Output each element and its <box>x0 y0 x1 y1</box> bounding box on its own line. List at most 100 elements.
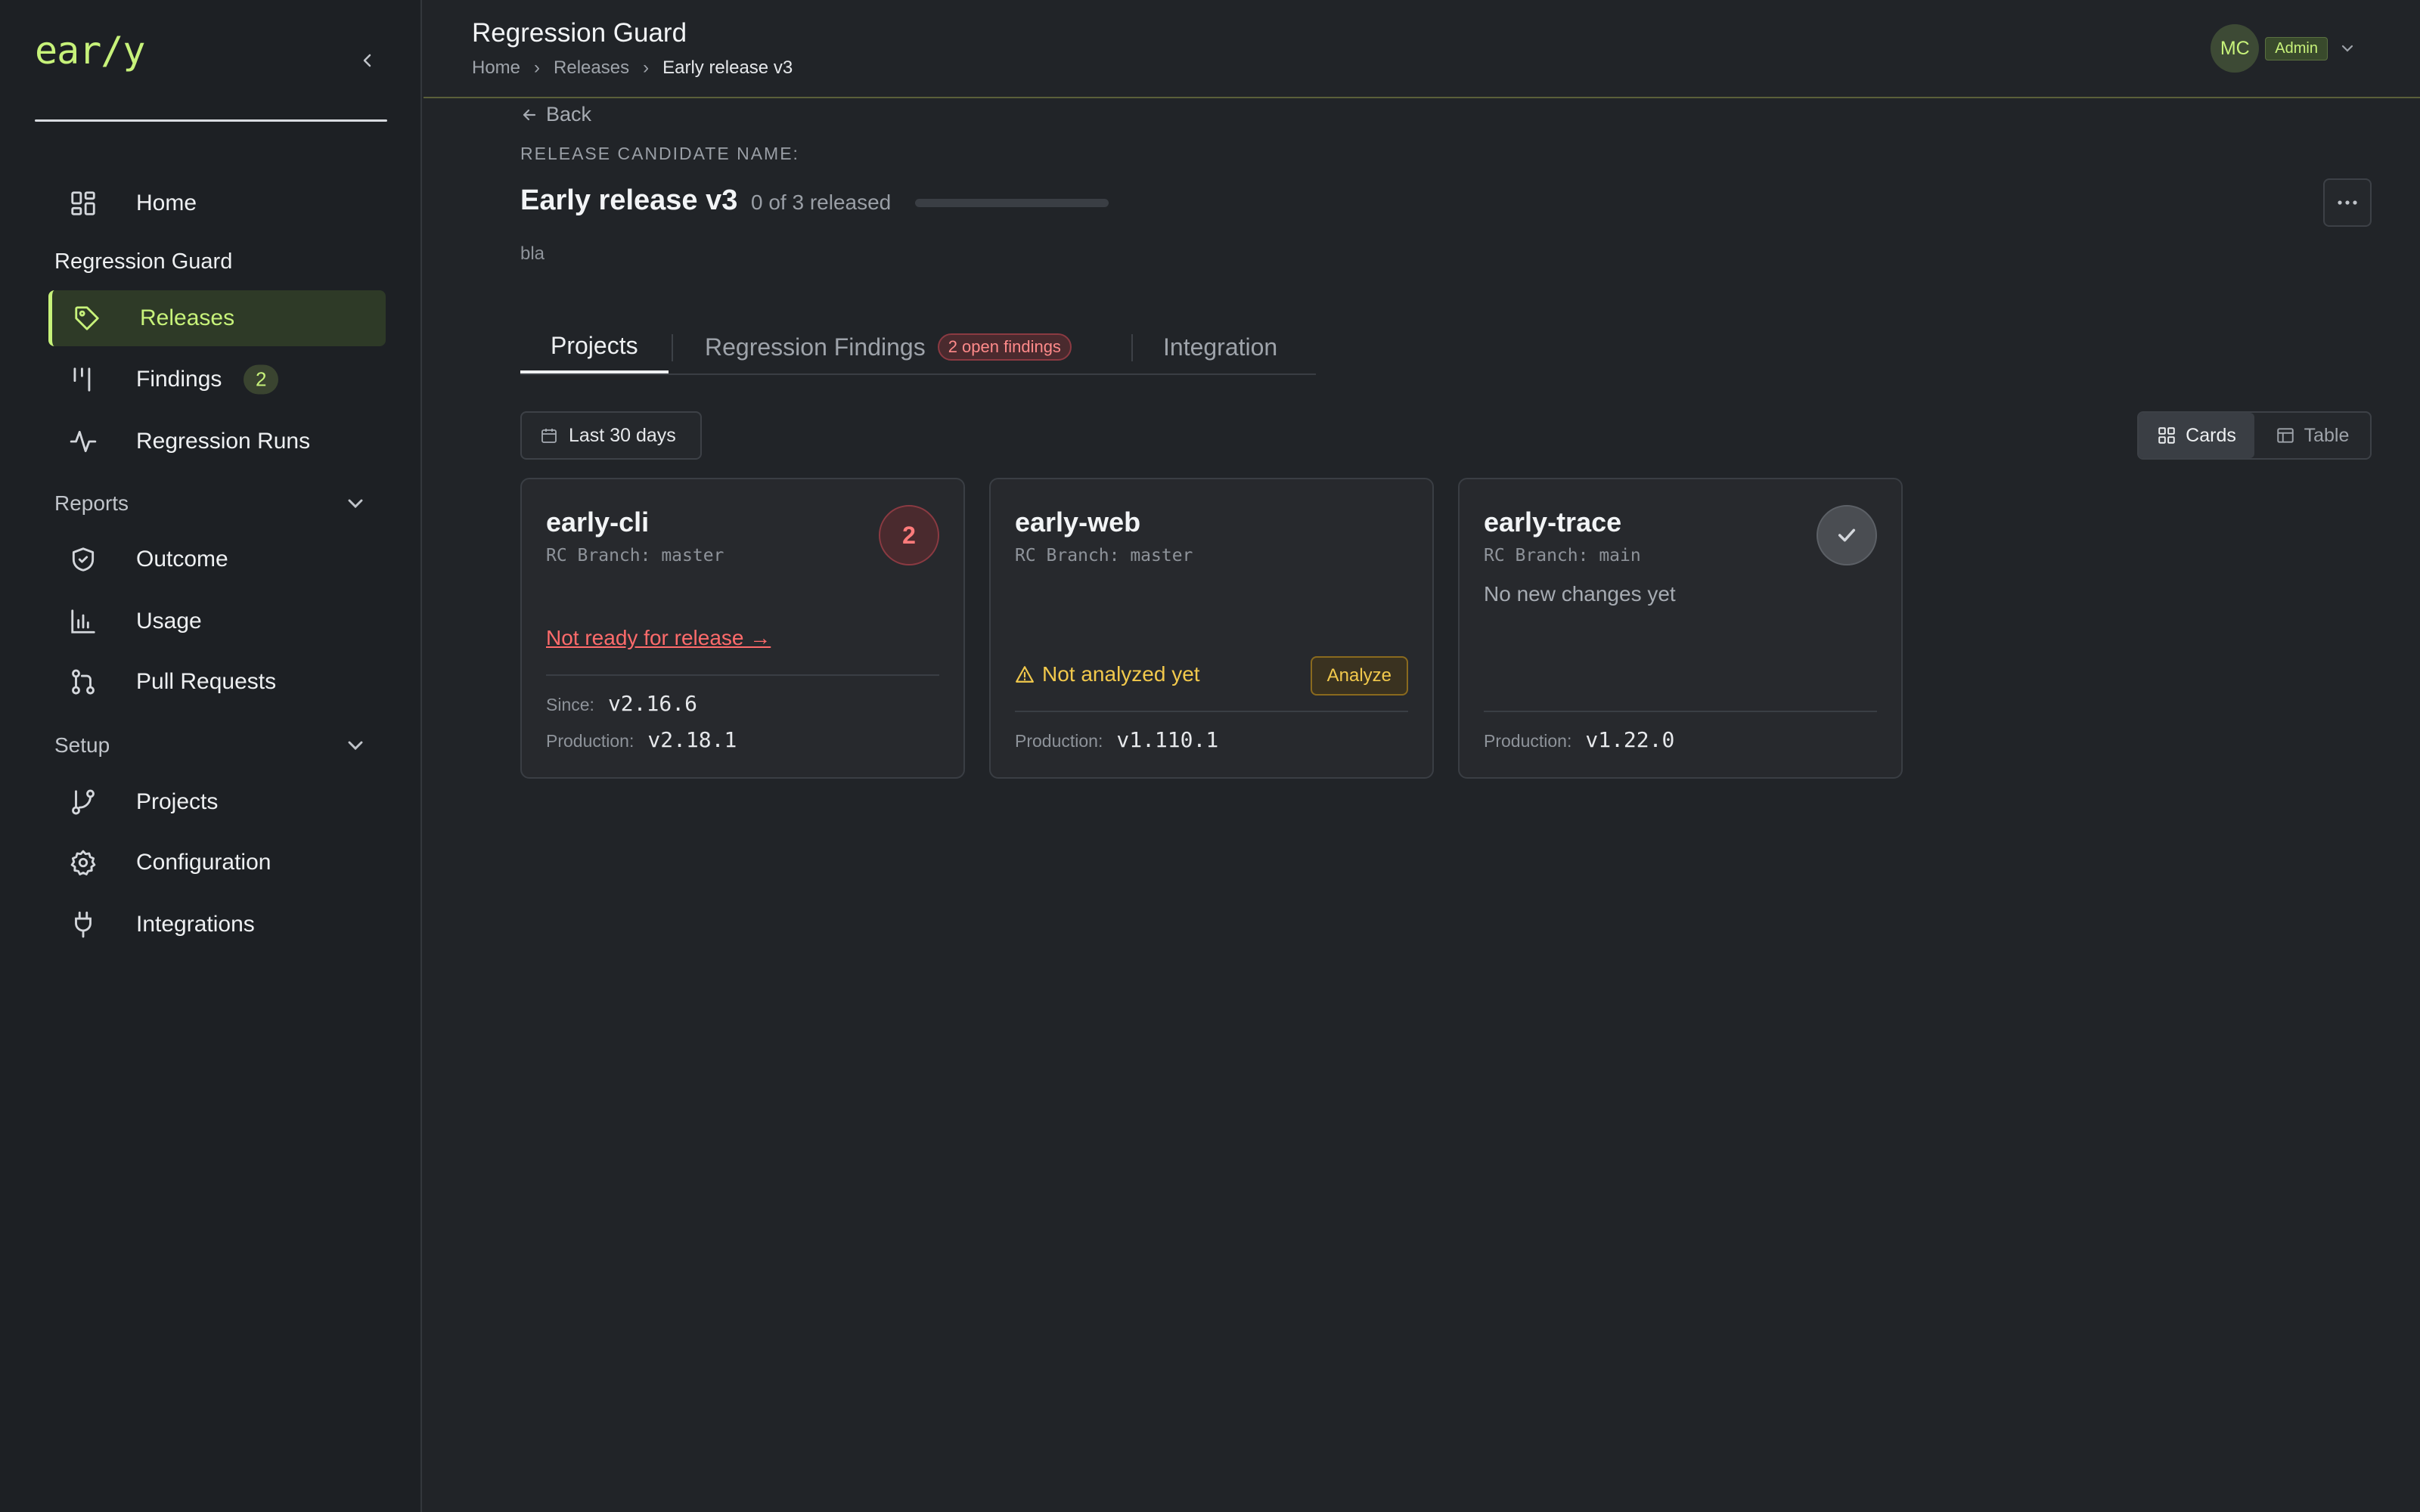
sidebar-item-label: Releases <box>140 305 235 330</box>
release-progress-bar <box>915 199 1109 207</box>
collapse-sidebar-button[interactable] <box>354 47 381 74</box>
project-name: early-trace <box>1484 507 1622 538</box>
since-label: Since: <box>546 695 594 714</box>
production-version: v1.22.0 <box>1585 727 1675 752</box>
sidebar-item-label: Projects <box>136 789 219 814</box>
sidebar: ear/y Home Regression Guard Releases Fin… <box>0 0 422 1512</box>
project-name: early-cli <box>546 507 650 538</box>
card-divider <box>1484 711 1877 712</box>
sidebar-item-home[interactable]: Home <box>48 175 386 231</box>
view-cards-button[interactable]: Cards <box>2139 413 2254 458</box>
breadcrumb-current: Early release v3 <box>662 57 793 78</box>
plug-icon <box>68 909 98 940</box>
view-table-label: Table <box>2304 424 2350 446</box>
breadcrumb-home[interactable]: Home <box>472 57 520 79</box>
view-table-button[interactable]: Table <box>2254 413 2370 458</box>
sidebar-item-label: Usage <box>136 609 202 634</box>
card-divider <box>546 674 939 676</box>
chevron-down-icon[interactable] <box>2338 39 2356 57</box>
pull-request-icon <box>68 667 98 697</box>
since-version: v2.16.6 <box>607 691 697 716</box>
tab-divider <box>672 334 673 361</box>
page-title: Regression Guard <box>472 18 687 48</box>
sidebar-group-reports[interactable]: Reports <box>54 491 129 516</box>
sidebar-item-label: Pull Requests <box>136 669 277 694</box>
not-ready-link[interactable]: Not ready for release → <box>546 626 771 650</box>
arrow-left-icon <box>523 109 536 120</box>
tab-label: Regression Findings <box>705 333 926 361</box>
tab-projects[interactable]: Projects <box>520 321 669 373</box>
sidebar-item-usage[interactable]: Usage <box>48 593 386 649</box>
production-version: v1.110.1 <box>1116 727 1219 752</box>
sidebar-item-configuration[interactable]: Configuration <box>48 835 386 891</box>
chevron-left-icon <box>363 54 371 67</box>
sidebar-item-projects[interactable]: Projects <box>48 774 386 830</box>
no-changes-note: No new changes yet <box>1484 582 1676 606</box>
tab-bar: Projects Regression Findings 2 open find… <box>520 310 1316 375</box>
sidebar-item-regression-runs[interactable]: Regression Runs <box>48 414 386 469</box>
project-card-early-trace[interactable]: early-trace RC Branch: main No new chang… <box>1458 478 1903 779</box>
chevron-right-icon: › <box>534 57 541 78</box>
production-version: v2.18.1 <box>647 727 737 752</box>
findings-count-badge[interactable]: 2 <box>879 505 939 565</box>
project-name: early-web <box>1015 507 1141 538</box>
gear-icon <box>68 847 98 878</box>
tab-divider <box>1131 334 1133 361</box>
activity-icon <box>68 426 98 457</box>
warning-icon <box>1016 666 1034 683</box>
more-options-button[interactable] <box>2323 178 2372 227</box>
chevron-down-icon[interactable] <box>343 733 368 758</box>
sidebar-group-setup[interactable]: Setup <box>54 733 110 758</box>
grid-icon <box>2158 427 2175 444</box>
project-card-early-web[interactable]: early-web RC Branch: master Not analyzed… <box>989 478 1434 779</box>
production-version-row: Production: v1.22.0 <box>1484 727 1674 752</box>
production-label: Production: <box>1484 731 1572 751</box>
findings-count-badge: 2 <box>244 364 279 395</box>
date-range-label: Last 30 days <box>569 424 676 446</box>
sidebar-group-regression-guard: Regression Guard <box>54 249 233 274</box>
release-progress-text: 0 of 3 released <box>751 191 892 214</box>
production-label: Production: <box>1015 731 1103 751</box>
tag-icon <box>72 303 102 333</box>
avatar[interactable]: MC <box>2211 24 2260 73</box>
release-candidate-name: Early release v3 <box>520 184 738 216</box>
sidebar-item-outcome[interactable]: Outcome <box>48 531 386 587</box>
analyze-button[interactable]: Analyze <box>1310 656 1408 696</box>
breadcrumb-releases[interactable]: Releases <box>554 57 629 79</box>
user-menu[interactable]: MC Admin <box>2211 24 2356 73</box>
sidebar-item-label: Outcome <box>136 547 228 572</box>
tab-integration[interactable]: Integration <box>1163 321 1277 373</box>
sidebar-item-pull-requests[interactable]: Pull Requests <box>48 654 386 710</box>
top-header: Regression Guard Home › Releases › Early… <box>424 0 2420 98</box>
production-label: Production: <box>546 731 634 751</box>
ellipsis-icon <box>2338 200 2357 205</box>
calendar-icon <box>541 429 557 443</box>
tab-regression-findings[interactable]: Regression Findings 2 open findings <box>705 321 1072 373</box>
chevron-down-icon[interactable] <box>343 491 368 516</box>
sidebar-item-label: Home <box>136 191 197 215</box>
project-card-early-cli[interactable]: early-cli RC Branch: master 2 Not ready … <box>520 478 965 779</box>
sidebar-item-releases[interactable]: Releases <box>48 290 386 346</box>
sidebar-item-integrations[interactable]: Integrations <box>48 897 386 953</box>
status-text: Not analyzed yet <box>1042 662 1200 686</box>
project-branch: RC Branch: main <box>1484 546 1641 565</box>
sidebar-item-label: Regression Runs <box>136 429 311 454</box>
not-analyzed-status: Not analyzed yet <box>1015 662 1200 686</box>
sidebar-item-findings[interactable]: Findings 2 <box>48 352 386 407</box>
sidebar-item-label: Configuration <box>136 850 271 875</box>
app-logo[interactable]: ear/y <box>35 29 146 73</box>
sidebar-item-label: Integrations <box>136 912 255 937</box>
project-branch: RC Branch: master <box>546 546 724 565</box>
bar-chart-icon <box>68 606 98 637</box>
git-branch-icon <box>68 787 98 817</box>
date-range-filter[interactable]: Last 30 days <box>520 411 702 460</box>
released-check-badge <box>1817 505 1877 565</box>
project-branch: RC Branch: master <box>1015 546 1193 565</box>
shield-check-icon <box>68 544 98 575</box>
tab-label: Projects <box>551 331 638 359</box>
chevron-right-icon: › <box>643 57 650 78</box>
back-link[interactable]: Back <box>520 103 591 126</box>
release-description: bla <box>520 243 545 264</box>
check-icon <box>1838 528 1856 542</box>
role-badge: Admin <box>2265 36 2328 60</box>
